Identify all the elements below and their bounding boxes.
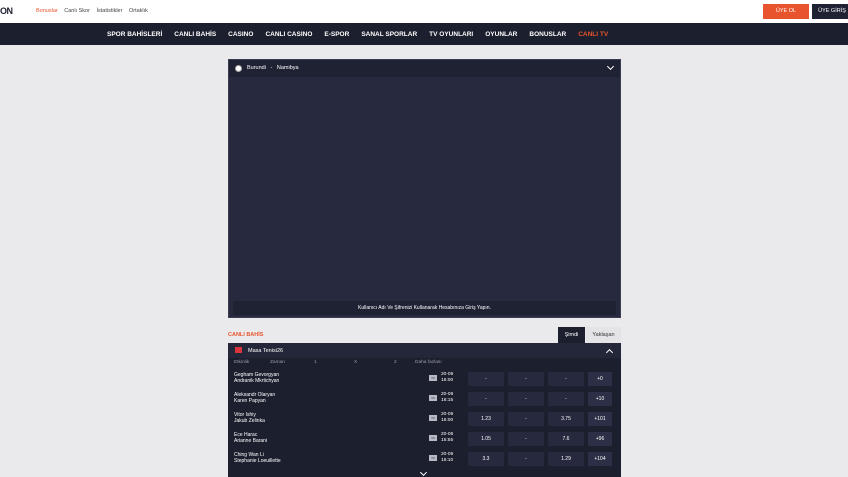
player-header[interactable]: Burundi - Namibya: [229, 60, 620, 77]
event-row[interactable]: Ching Wan Li Stephanie Loeuillette TV 20-…: [228, 449, 621, 469]
event-hour: 16:00: [441, 418, 454, 423]
odd-2[interactable]: -: [548, 372, 584, 386]
event-row[interactable]: Gegham Gevorgyan Andranik Mkrtichyan TV 2…: [228, 369, 621, 389]
event-row[interactable]: Ece Harac Arianne Barani TV 20-06 15:55 1.…: [228, 429, 621, 449]
away-player: Andranik Mkrtichyan: [234, 378, 280, 384]
signup-button[interactable]: ÜYE OL: [763, 4, 809, 19]
nav-live-casino[interactable]: CANLI CASINO: [265, 31, 312, 38]
site-logo[interactable]: ON: [0, 6, 13, 16]
event-row[interactable]: Vitor Ishiy Jakub Zelinka TV 20-06 16:00 1…: [228, 409, 621, 429]
football-icon: [235, 65, 242, 72]
sport-header[interactable]: Masa Tenisi26: [228, 343, 621, 358]
team-home: Burundi: [247, 65, 266, 71]
event-teams: Aleksandr Olaryan Karen Papyan: [234, 392, 275, 404]
odd-1[interactable]: -: [468, 372, 504, 386]
event-hour: 16:10: [441, 458, 454, 463]
link-bonuses[interactable]: Bonuslar: [36, 8, 58, 14]
team-away: Namibya: [276, 65, 299, 71]
more-odds-button[interactable]: +96: [588, 432, 612, 446]
nav-sports-betting[interactable]: SPOR BAHİSLERİ: [107, 31, 162, 38]
event-hour: 16:00: [441, 378, 454, 383]
event-time: 20-06 16:10: [441, 452, 453, 464]
sport-name: Masa Tenisi26: [248, 348, 284, 354]
more-odds-button[interactable]: +0: [588, 372, 612, 386]
more-odds-button[interactable]: +101: [588, 412, 612, 426]
column-headers: Etkinlik Zaman 1 X 2 Daha fazlası: [228, 360, 621, 369]
nav-games[interactable]: OYUNLAR: [485, 31, 517, 38]
col-time: Zaman: [270, 360, 285, 365]
link-statistics[interactable]: İstatistikler: [96, 8, 122, 14]
tv-icon: TV: [429, 415, 437, 421]
nav-live-tv[interactable]: CANLI TV: [578, 31, 608, 38]
odd-2[interactable]: 1.29: [548, 452, 584, 466]
odd-x[interactable]: -: [508, 372, 544, 386]
col-1: 1: [314, 360, 317, 365]
team-separator: -: [270, 65, 273, 71]
odd-2[interactable]: 7.6: [548, 432, 584, 446]
away-player: Arianne Barani: [234, 438, 268, 444]
event-time: 20-06 16:15: [441, 392, 453, 404]
odd-x[interactable]: -: [508, 432, 544, 446]
tv-icon: TV: [429, 435, 437, 441]
nav-bonuses[interactable]: BONUSLAR: [529, 31, 566, 38]
table-tennis-icon: [235, 347, 242, 353]
odd-2[interactable]: -: [548, 392, 584, 406]
odd-1[interactable]: 1.05: [468, 432, 504, 446]
event-teams: Ching Wan Li Stephanie Loeuillette: [234, 452, 281, 464]
odd-1[interactable]: -: [468, 392, 504, 406]
match-title: Burundi - Namibya: [247, 65, 299, 71]
odd-x[interactable]: -: [508, 412, 544, 426]
nav-tv-games[interactable]: TV OYUNLARI: [429, 31, 473, 38]
live-events-panel: Masa Tenisi26 Etkinlik Zaman 1 X 2 Daha …: [228, 343, 621, 477]
link-affiliate[interactable]: Ortaklık: [129, 8, 148, 14]
event-teams: Vitor Ishiy Jakub Zelinka: [234, 412, 265, 424]
top-bar: ON Bonuslar Canlı Skor İstatistikler Ort…: [0, 0, 848, 23]
login-button[interactable]: ÜYE GİRİŞ: [812, 4, 848, 19]
odd-x[interactable]: -: [508, 452, 544, 466]
top-links: Bonuslar Canlı Skor İstatistikler Ortakl…: [36, 8, 153, 14]
event-hour: 15:55: [441, 438, 454, 443]
more-odds-button[interactable]: +10: [588, 392, 612, 406]
odd-1[interactable]: 1.23: [468, 412, 504, 426]
odd-2[interactable]: 3.75: [548, 412, 584, 426]
odd-x[interactable]: -: [508, 392, 544, 406]
chevron-up-icon[interactable]: [605, 348, 614, 357]
event-hour: 16:15: [441, 398, 454, 403]
main-nav: SPOR BAHİSLERİ CANLI BAHİS CASINO CANLI …: [0, 23, 848, 45]
odd-1[interactable]: 3.3: [468, 452, 504, 466]
tab-upcoming[interactable]: Yaklaşan: [586, 327, 621, 343]
live-tv-player[interactable]: Burundi - Namibya Kullanıcı Adı Ve Şifre…: [228, 59, 621, 318]
event-time: 20-06 16:00: [441, 372, 453, 384]
login-prompt: Kullanıcı Adı Ve Şifrenizi Kullanarak He…: [233, 301, 616, 315]
tv-icon: TV: [429, 375, 437, 381]
event-time: 20-06 15:55: [441, 432, 453, 444]
away-player: Jakub Zelinka: [234, 418, 265, 424]
col-2: 2: [394, 360, 397, 365]
col-x: X: [354, 360, 358, 365]
col-more: Daha fazlası: [415, 360, 442, 365]
tv-icon: TV: [429, 455, 437, 461]
away-player: Stephanie Loeuillette: [234, 458, 281, 464]
more-odds-button[interactable]: +104: [588, 452, 612, 466]
event-row[interactable]: Aleksandr Olaryan Karen Papyan TV 20-06 16…: [228, 389, 621, 409]
live-betting-title: CANLI BAHİS: [228, 332, 264, 338]
event-time: 20-06 16:00: [441, 412, 453, 424]
event-teams: Ece Harac Arianne Barani: [234, 432, 267, 444]
away-player: Karen Papyan: [234, 398, 266, 404]
tab-now[interactable]: Şimdi: [558, 327, 585, 343]
chevron-down-icon[interactable]: [606, 62, 615, 71]
col-event: Etkinlik: [234, 360, 250, 365]
tv-icon: TV: [429, 395, 437, 401]
nav-esports[interactable]: E-SPOR: [324, 31, 349, 38]
chevron-down-icon[interactable]: [419, 468, 428, 477]
nav-live-betting[interactable]: CANLI BAHİS: [174, 31, 216, 38]
nav-casino[interactable]: CASINO: [228, 31, 253, 38]
link-live-score[interactable]: Canlı Skor: [64, 8, 90, 14]
nav-virtual-sports[interactable]: SANAL SPORLAR: [361, 31, 417, 38]
event-teams: Gegham Gevorgyan Andranik Mkrtichyan: [234, 372, 279, 384]
